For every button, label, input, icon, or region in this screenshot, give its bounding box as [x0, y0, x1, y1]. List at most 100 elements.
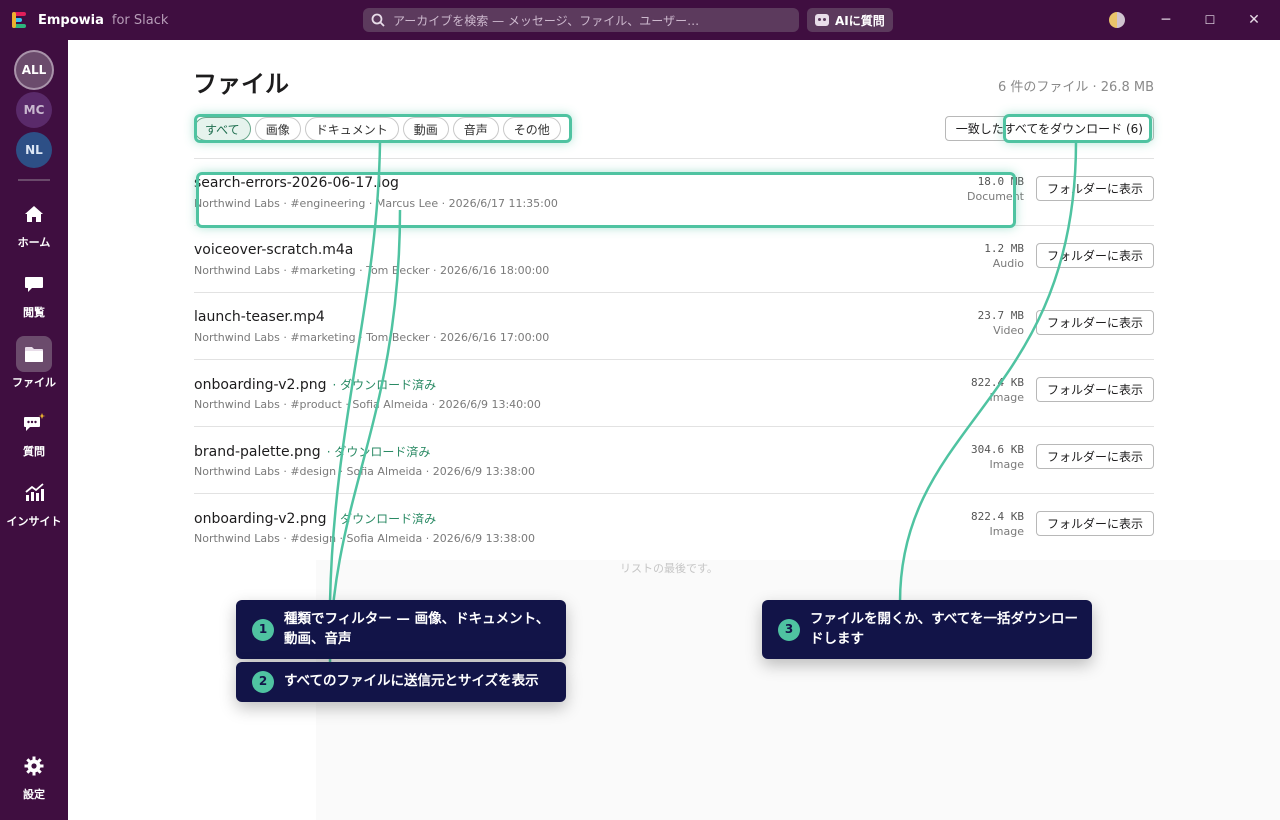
filter-other[interactable]: その他 [502, 117, 561, 141]
file-kind: Video [993, 324, 1024, 337]
nav-files[interactable]: ファイル [0, 336, 68, 390]
app-name: Empowia [38, 12, 104, 28]
callout-1: 1 種類でフィルター — 画像、ドキュメント、動画、音声 [236, 600, 566, 660]
minimize-button[interactable]: ─ [1144, 0, 1188, 40]
folder-icon [16, 336, 52, 372]
brand: Empowia for Slack [0, 11, 360, 29]
show-in-folder-button[interactable]: フォルダーに表示 [1035, 377, 1154, 402]
callout-number: 1 [252, 618, 274, 641]
downloaded-badge: · ダウンロード済み [326, 445, 431, 459]
file-name[interactable]: voiceover-scratch.m4a [194, 242, 353, 258]
file-size: 822.4 KB [971, 376, 1024, 389]
bot-icon [815, 14, 829, 26]
file-row: search-errors-2026-06-17.log Northwind L… [194, 159, 1154, 226]
filter-audio[interactable]: 音声 [452, 117, 499, 141]
file-row: launch-teaser.mp4 Northwind Labs · #mark… [194, 293, 1154, 360]
file-name[interactable]: onboarding-v2.png [194, 377, 326, 393]
file-name-line: launch-teaser.mp4 [194, 309, 331, 325]
file-row: onboarding-v2.png · ダウンロード済み Northwind La… [194, 360, 1154, 427]
search-input[interactable]: アーカイブを検索 — メッセージ、ファイル、ユーザー… [363, 8, 799, 32]
file-row: brand-palette.png · ダウンロード済み Northwind La… [194, 427, 1154, 494]
file-kind: Image [989, 391, 1024, 404]
ask-icon [16, 405, 52, 441]
search-icon [371, 13, 385, 27]
file-row: voiceover-scratch.m4a Northwind Labs · #… [194, 226, 1154, 293]
search-placeholder: アーカイブを検索 — メッセージ、ファイル、ユーザー… [393, 13, 700, 28]
file-size: 23.7 MB [977, 309, 1024, 322]
nav-insights[interactable]: インサイト [0, 475, 68, 529]
file-name-line: brand-palette.png · ダウンロード済み [194, 443, 430, 460]
file-list: search-errors-2026-06-17.log Northwind L… [194, 158, 1154, 561]
file-name-line: onboarding-v2.png · ダウンロード済み [194, 510, 436, 527]
file-meta: Northwind Labs · #design · Sofia Almeida… [194, 532, 536, 545]
gear-icon [16, 748, 52, 784]
downloaded-badge: · ダウンロード済み [332, 378, 437, 392]
workspace-all[interactable]: ALL [16, 52, 52, 88]
file-size: 1.2 MB [984, 242, 1024, 255]
type-filter-chips: すべて 画像 ドキュメント 動画 音声 その他 [194, 117, 561, 141]
nav-ask-label: 質問 [23, 445, 45, 458]
file-name-line: search-errors-2026-06-17.log [194, 175, 405, 191]
title-bar: Empowia for Slack アーカイブを検索 — メッセージ、ファイル、… [0, 0, 1280, 40]
file-row: onboarding-v2.png · ダウンロード済み Northwind La… [194, 494, 1154, 561]
nav-insights-label: インサイト [6, 515, 62, 528]
file-size: 304.6 KB [971, 443, 1024, 456]
maximize-button[interactable]: ☐ [1188, 0, 1232, 40]
nav-browse[interactable]: 閲覧 [0, 266, 68, 320]
sidebar: ALL MC NL ホーム 閲覧 ファイル 質問 インサイト 設定 [0, 40, 68, 820]
file-name[interactable]: launch-teaser.mp4 [194, 309, 325, 325]
workspace-mc[interactable]: MC [16, 92, 52, 128]
chat-bubble-icon [16, 266, 52, 302]
close-button[interactable]: ✕ [1232, 0, 1276, 40]
end-of-list-note: リストの最後です。 [620, 562, 718, 575]
callout-text: すべてのファイルに送信元とサイズを表示 [284, 673, 539, 689]
callout-text: 種類でフィルター — 画像、ドキュメント、動画、音声 [284, 611, 550, 647]
nav-browse-label: 閲覧 [23, 306, 45, 319]
show-in-folder-button[interactable]: フォルダーに表示 [1035, 511, 1154, 536]
nav-home-label: ホーム [17, 236, 51, 249]
file-kind: Image [989, 525, 1024, 538]
show-in-folder-button[interactable]: フォルダーに表示 [1035, 176, 1154, 201]
nav-ask[interactable]: 質問 [0, 405, 68, 459]
download-all-button[interactable]: 一致したすべてをダウンロード (6) [944, 116, 1154, 141]
ask-ai-button[interactable]: AIに質問 [807, 8, 893, 32]
file-name-line: voiceover-scratch.m4a [194, 242, 359, 258]
filter-videos[interactable]: 動画 [402, 117, 449, 141]
file-meta: Northwind Labs · #engineering · Marcus L… [194, 197, 558, 210]
file-kind: Audio [992, 257, 1024, 270]
workspace-nl[interactable]: NL [16, 132, 52, 168]
show-in-folder-button[interactable]: フォルダーに表示 [1035, 310, 1154, 335]
nav-home[interactable]: ホーム [0, 196, 68, 250]
callout-3: 3 ファイルを開くか、すべてを一括ダウンロードします [762, 600, 1092, 660]
nav-files-label: ファイル [12, 376, 56, 389]
files-summary: 6 件のファイル · 26.8 MB [997, 80, 1154, 95]
nav-settings[interactable]: 設定 [0, 748, 68, 802]
file-kind: Image [989, 458, 1024, 471]
file-meta: Northwind Labs · #marketing · Tom Becker… [194, 331, 550, 344]
file-name[interactable]: onboarding-v2.png [194, 511, 326, 527]
file-meta: Northwind Labs · #design · Sofia Almeida… [194, 465, 536, 478]
show-in-folder-button[interactable]: フォルダーに表示 [1035, 243, 1154, 268]
app-suffix: for Slack [111, 12, 169, 28]
home-icon [16, 196, 52, 232]
callout-text: ファイルを開くか、すべてを一括ダウンロードします [810, 611, 1078, 647]
file-kind: Document [967, 190, 1024, 203]
filter-images[interactable]: 画像 [254, 117, 301, 141]
files-page: ファイル 6 件のファイル · 26.8 MB すべて 画像 ドキュメント 動画… [68, 40, 1280, 820]
sidebar-divider [18, 179, 50, 181]
show-in-folder-button[interactable]: フォルダーに表示 [1035, 444, 1154, 469]
insights-icon [16, 475, 52, 511]
ask-ai-label: AIに質問 [835, 13, 885, 28]
nav-settings-label: 設定 [23, 788, 45, 801]
file-name[interactable]: brand-palette.png [194, 444, 321, 460]
filter-all[interactable]: すべて [194, 117, 251, 141]
file-size: 18.0 MB [977, 175, 1024, 188]
file-name-line: onboarding-v2.png · ダウンロード済み [194, 376, 436, 393]
filter-documents[interactable]: ドキュメント [304, 117, 399, 141]
file-name[interactable]: search-errors-2026-06-17.log [194, 175, 399, 191]
page-title: ファイル [193, 70, 289, 98]
theme-toggle-icon[interactable] [1109, 12, 1125, 28]
file-meta: Northwind Labs · #product · Sofia Almeid… [194, 398, 541, 411]
callout-2: 2 すべてのファイルに送信元とサイズを表示 [236, 662, 566, 702]
downloaded-badge: · ダウンロード済み [332, 512, 437, 526]
